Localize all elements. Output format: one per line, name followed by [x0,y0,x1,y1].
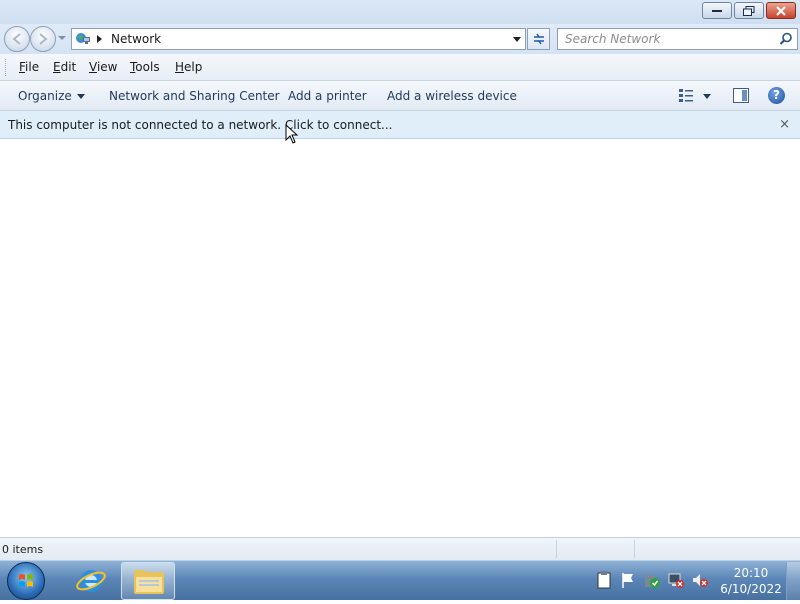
refresh-button[interactable] [527,28,550,50]
taskbar: 20:10 6/10/2022 [0,560,800,600]
network-sharing-center-button[interactable]: Network and Sharing Center [109,89,280,103]
explorer-window: Network Search Network File Edit View To… [0,0,800,560]
start-button[interactable] [7,562,45,600]
command-bar: Organize Network and Sharing Center Add … [0,81,800,111]
refresh-icon [533,33,544,45]
volume-muted-icon[interactable] [692,571,708,589]
address-toolbar: Network Search Network [0,24,800,54]
organize-button[interactable]: Organize [18,89,85,103]
taskbar-internet-explorer[interactable] [64,562,118,600]
status-divider [556,540,557,558]
system-tray [596,571,708,589]
search-placeholder: Search Network [565,32,661,46]
menu-view[interactable]: View [89,60,117,74]
view-options-dropdown[interactable] [703,94,711,99]
menu-help-access-key: H [175,60,185,74]
network-icon [76,33,90,44]
close-icon [776,5,786,16]
windows-logo-icon [19,574,33,587]
recent-pages-dropdown[interactable] [58,36,66,40]
mouse-cursor-icon [285,124,299,144]
add-printer-button[interactable]: Add a printer [288,89,367,103]
menu-grip [5,59,8,76]
security-check-icon[interactable] [644,571,660,589]
change-view-icon[interactable] [678,88,694,103]
close-button[interactable] [766,2,796,19]
menu-file[interactable]: File [19,60,39,74]
taskbar-windows-explorer[interactable] [121,562,175,600]
menu-tools[interactable]: Tools [130,60,160,74]
add-wireless-device-button[interactable]: Add a wireless device [387,89,517,103]
show-desktop-button[interactable] [786,562,800,600]
file-list-area[interactable] [0,139,800,537]
item-count: 0 items [2,543,44,556]
clock-date: 6/10/2022 [720,582,782,596]
status-bar: 0 items [0,537,800,560]
menu-edit-label: dit [60,60,77,74]
back-button[interactable] [4,26,30,52]
clock[interactable]: 20:10 6/10/2022 [718,565,784,597]
menu-help-label: elp [184,60,203,74]
forward-arrow-icon [39,33,48,45]
info-bar[interactable]: This computer is not connected to a netw… [0,111,800,139]
preview-pane-icon[interactable] [733,88,749,103]
address-history-dropdown[interactable] [513,37,521,42]
folder-icon [134,570,164,594]
menu-file-label: ile [25,60,40,74]
menu-view-access-key: V [89,60,97,74]
action-center-flag-icon[interactable] [620,571,636,589]
help-icon[interactable]: ? [768,87,785,104]
clipboard-icon[interactable] [596,571,612,589]
menu-bar: File Edit View Tools Help [0,54,800,81]
info-bar-message[interactable]: This computer is not connected to a netw… [8,118,392,132]
window-controls [702,2,796,19]
menu-view-label: iew [96,60,118,74]
menu-edit-access-key: E [53,60,61,74]
address-bar[interactable]: Network [71,28,526,50]
clock-time: 20:10 [733,566,769,580]
menu-edit[interactable]: Edit [53,60,76,74]
breadcrumb-network[interactable]: Network [111,32,161,46]
menu-tools-label: ools [135,60,160,74]
search-icon[interactable] [779,32,793,46]
menu-help[interactable]: Help [175,60,202,74]
internet-explorer-icon [76,570,106,592]
close-icon[interactable]: × [779,117,790,132]
minimize-button[interactable] [702,2,732,19]
back-arrow-icon [12,33,21,45]
organize-label: Organize [18,89,72,103]
title-bar[interactable] [0,0,800,24]
restore-button[interactable] [734,2,764,19]
forward-button[interactable] [30,26,56,52]
restore-icon [743,5,755,16]
breadcrumb-separator[interactable] [97,35,102,43]
chevron-down-icon [76,94,85,99]
status-divider [634,540,635,558]
search-input[interactable]: Search Network [557,28,798,50]
network-disconnected-icon[interactable] [668,571,684,589]
minimize-icon [712,9,722,12]
